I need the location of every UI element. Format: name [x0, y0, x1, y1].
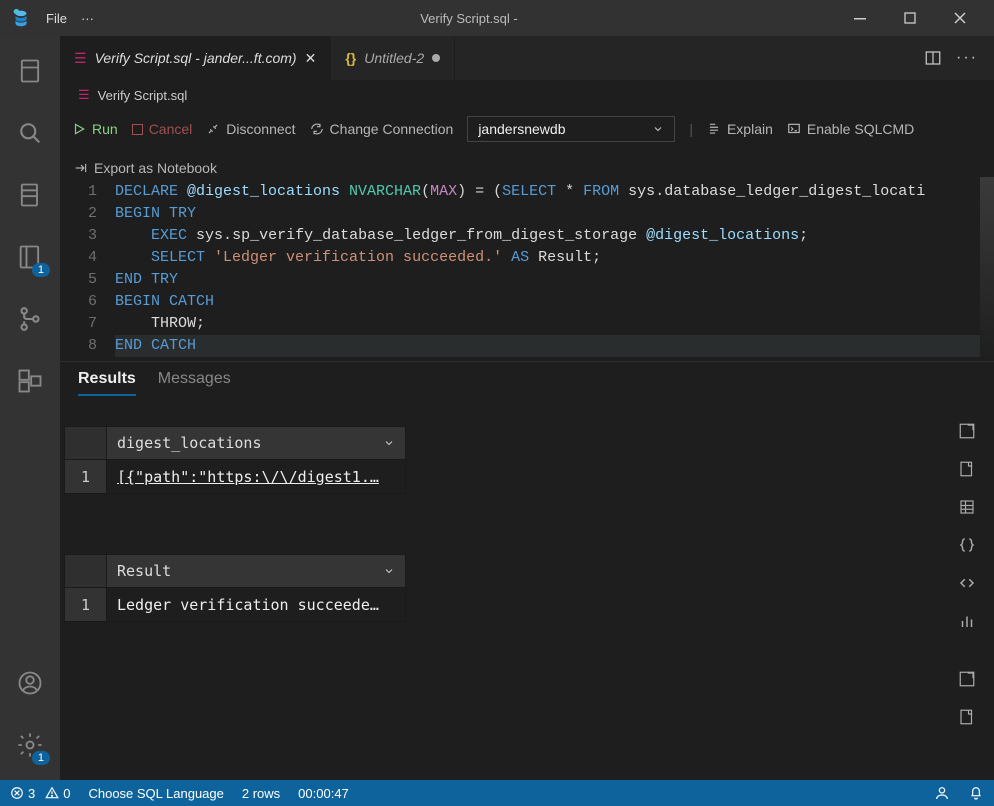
window-maximize-icon[interactable]: [894, 2, 926, 34]
table-row[interactable]: 1 [{"path":"https:\/\/digest1.…: [64, 460, 406, 494]
chart-icon[interactable]: [958, 612, 976, 630]
row-number: 1: [65, 460, 107, 493]
more-actions-icon[interactable]: ···: [956, 49, 978, 67]
menu-more[interactable]: ···: [81, 11, 94, 26]
column-header-label: digest_locations: [117, 434, 262, 452]
cancel-button[interactable]: Cancel: [132, 121, 193, 137]
database-icon: ☰: [74, 50, 87, 67]
status-feedback-icon[interactable]: [934, 785, 950, 801]
save-excel-icon[interactable]: [958, 498, 976, 516]
braces-icon: {}: [345, 50, 356, 66]
editor-code[interactable]: DECLARE @digest_locations NVARCHAR(MAX) …: [115, 177, 994, 361]
breadcrumb[interactable]: ☰ Verify Script.sql: [60, 80, 994, 110]
export-notebook-button[interactable]: Export as Notebook: [74, 160, 217, 176]
change-connection-button[interactable]: Change Connection: [310, 121, 454, 137]
account-icon[interactable]: [13, 666, 47, 700]
explorer-icon[interactable]: 1: [13, 240, 47, 274]
results-pane: Results Messages digest_locations: [60, 361, 994, 780]
maximize-grid-icon[interactable]: [958, 670, 976, 688]
minimap[interactable]: [980, 177, 994, 361]
disconnect-label: Disconnect: [226, 121, 295, 137]
stop-icon: [132, 124, 143, 135]
window-close-icon[interactable]: [944, 2, 976, 34]
disconnect-button[interactable]: Disconnect: [206, 121, 295, 137]
status-errors[interactable]: 3 0: [10, 786, 70, 801]
search-icon[interactable]: [13, 116, 47, 150]
tab-close-icon[interactable]: ✕: [305, 50, 317, 67]
save-csv-icon[interactable]: [958, 708, 976, 726]
tab-label: Untitled-2: [364, 50, 424, 66]
status-language[interactable]: Choose SQL Language: [88, 786, 223, 801]
status-bell-icon[interactable]: [968, 785, 984, 801]
breadcrumb-label: Verify Script.sql: [98, 88, 188, 103]
maximize-grid-icon[interactable]: [958, 422, 976, 440]
export-notebook-label: Export as Notebook: [94, 160, 217, 176]
extensions-icon[interactable]: [13, 364, 47, 398]
notebooks-icon[interactable]: [13, 178, 47, 212]
connection-select[interactable]: jandersnewdb: [467, 116, 675, 142]
title-bar: File ··· Verify Script.sql -: [0, 0, 994, 36]
editor-tabs: ☰ Verify Script.sql - jander...ft.com) ✕…: [60, 36, 994, 80]
window-minimize-icon[interactable]: [844, 2, 876, 34]
explorer-badge: 1: [32, 263, 50, 277]
column-header[interactable]: digest_locations: [107, 427, 405, 459]
results-side-actions: [948, 402, 986, 780]
source-control-icon[interactable]: [13, 302, 47, 336]
chevron-down-icon[interactable]: [383, 565, 395, 577]
app-logo-icon: [10, 7, 32, 29]
tab-verify-script[interactable]: ☰ Verify Script.sql - jander...ft.com) ✕: [60, 36, 331, 80]
editor-gutter: 12345678: [60, 177, 115, 361]
editor-area: ☰ Verify Script.sql - jander...ft.com) ✕…: [60, 36, 994, 780]
save-json-icon[interactable]: [958, 536, 976, 554]
results-grid-1[interactable]: digest_locations 1 [{"path":"https:\/\/d…: [64, 426, 406, 494]
settings-gear-icon[interactable]: 1: [13, 728, 47, 762]
status-bar: 3 0 Choose SQL Language 2 rows 00:00:47: [0, 780, 994, 806]
status-elapsed: 00:00:47: [298, 786, 349, 801]
window-title: Verify Script.sql -: [94, 11, 844, 26]
column-header-label: Result: [117, 562, 171, 580]
servers-icon[interactable]: [13, 54, 47, 88]
run-button[interactable]: Run: [72, 121, 118, 137]
change-connection-label: Change Connection: [330, 121, 454, 137]
save-csv-icon[interactable]: [958, 460, 976, 478]
tab-label: Verify Script.sql - jander...ft.com): [95, 50, 297, 66]
query-action-bar: Run Cancel Disconnect Change Connection …: [60, 110, 994, 176]
status-warnings-count: 0: [63, 786, 70, 801]
messages-tab[interactable]: Messages: [158, 370, 231, 396]
table-row[interactable]: 1 Ledger verification succeede…: [64, 588, 406, 622]
row-number: 1: [65, 588, 107, 621]
enable-sqlcmd-label: Enable SQLCMD: [807, 121, 914, 137]
explain-label: Explain: [727, 121, 773, 137]
explain-button[interactable]: Explain: [707, 121, 773, 137]
column-header[interactable]: Result: [107, 555, 405, 587]
run-label: Run: [92, 121, 118, 137]
connection-name: jandersnewdb: [478, 121, 565, 137]
save-xml-icon[interactable]: [958, 574, 976, 592]
database-icon: ☰: [78, 87, 90, 103]
settings-badge: 1: [32, 751, 50, 765]
cell-value[interactable]: Ledger verification succeede…: [107, 588, 405, 621]
tab-untitled-2[interactable]: {} Untitled-2: [331, 36, 455, 80]
status-rows: 2 rows: [242, 786, 280, 801]
split-editor-icon[interactable]: [924, 49, 942, 67]
activity-bar: 1 1: [0, 36, 60, 780]
menu-file[interactable]: File: [46, 11, 67, 26]
status-errors-count: 3: [28, 786, 35, 801]
sql-editor[interactable]: 12345678 DECLARE @digest_locations NVARC…: [60, 176, 994, 361]
results-grid-2[interactable]: Result 1 Ledger verification succeede…: [64, 554, 406, 622]
chevron-down-icon[interactable]: [383, 437, 395, 449]
results-tab[interactable]: Results: [78, 370, 136, 396]
chevron-down-icon: [652, 123, 664, 135]
cell-value[interactable]: [{"path":"https:\/\/digest1.…: [107, 460, 405, 493]
enable-sqlcmd-button[interactable]: Enable SQLCMD: [787, 121, 914, 137]
cancel-label: Cancel: [149, 121, 193, 137]
tab-dirty-icon: [432, 54, 440, 62]
